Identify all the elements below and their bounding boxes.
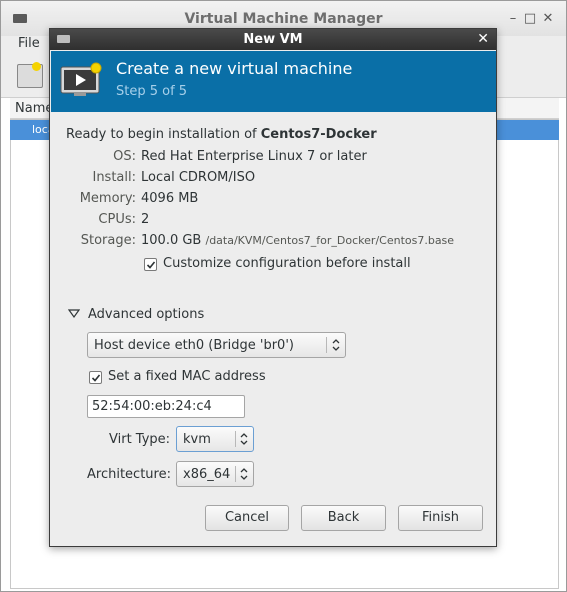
combo-separator [235, 431, 236, 447]
storage-value: 100.0 GB /data/KVM/Centos7_for_Docker/Ce… [141, 233, 454, 248]
close-icon[interactable]: ✕ [477, 31, 489, 47]
column-header-label: Name [15, 101, 54, 116]
storage-path: /data/KVM/Centos7_for_Docker/Centos7.bas… [205, 234, 455, 247]
vm-name: Centos7-Docker [260, 127, 377, 142]
updown-arrows-icon [240, 468, 248, 480]
install-label: Install: [92, 170, 136, 185]
close-icon[interactable]: ✕ [541, 12, 555, 26]
banner-step: Step 5 of 5 [116, 84, 188, 99]
storage-label: Storage: [80, 233, 136, 248]
main-window-title: Virtual Machine Manager [184, 11, 383, 27]
memory-label: Memory: [79, 191, 136, 206]
install-value: Local CDROM/ISO [141, 170, 256, 185]
expander-down-icon[interactable] [68, 309, 80, 319]
check-icon [146, 261, 156, 269]
dialog-titlebar: New VM ✕ [50, 29, 496, 50]
ready-prefix: Ready to begin installation of [66, 127, 261, 142]
virt-type-label: Virt Type: [109, 432, 171, 447]
new-vm-toolbar-button[interactable] [17, 62, 43, 88]
finish-button[interactable]: Finish [398, 505, 483, 531]
menu-file[interactable]: File [18, 36, 40, 51]
minimize-icon[interactable]: – [506, 12, 520, 26]
dialog-title: New VM [243, 32, 303, 47]
back-button[interactable]: Back [301, 505, 386, 531]
updown-arrows-icon [332, 339, 340, 351]
maximize-icon[interactable]: □ [523, 12, 537, 26]
combo-separator [235, 466, 236, 482]
storage-size: 100.0 GB [141, 233, 202, 248]
customize-label[interactable]: Customize configuration before install [163, 256, 411, 271]
ready-text: Ready to begin installation of Centos7-D… [66, 127, 377, 142]
new-vm-dialog: New VM ✕ Create a new virtual machine St… [49, 28, 497, 547]
virt-type-value: kvm [183, 432, 211, 447]
virt-type-select[interactable]: kvm [176, 426, 254, 452]
architecture-value: x86_64 [183, 467, 231, 482]
updown-arrows-icon [240, 433, 248, 445]
advanced-options-expander[interactable]: Advanced options [88, 307, 204, 322]
vm-screen-icon [60, 62, 102, 96]
network-select[interactable]: Host device eth0 (Bridge 'br0') [87, 332, 346, 358]
mac-address-value: 52:54:00:eb:24:c4 [92, 399, 212, 414]
banner-title: Create a new virtual machine [116, 59, 353, 78]
mac-address-input[interactable]: 52:54:00:eb:24:c4 [87, 395, 245, 418]
combo-separator [326, 337, 327, 353]
wizard-banner: Create a new virtual machine Step 5 of 5 [51, 51, 496, 112]
cpus-label: CPUs: [98, 212, 136, 227]
network-select-value: Host device eth0 (Bridge 'br0') [94, 338, 294, 353]
fixed-mac-checkbox[interactable] [89, 371, 102, 384]
customize-checkbox[interactable] [144, 258, 157, 271]
cancel-button[interactable]: Cancel [205, 505, 289, 531]
check-icon [91, 374, 101, 382]
cpus-value: 2 [141, 212, 150, 227]
os-value: Red Hat Enterprise Linux 7 or later [141, 149, 367, 164]
os-label: OS: [113, 149, 136, 164]
fixed-mac-label[interactable]: Set a fixed MAC address [108, 369, 266, 384]
architecture-select[interactable]: x86_64 [176, 461, 254, 487]
memory-value: 4096 MB [141, 191, 199, 206]
architecture-label: Architecture: [87, 467, 171, 482]
